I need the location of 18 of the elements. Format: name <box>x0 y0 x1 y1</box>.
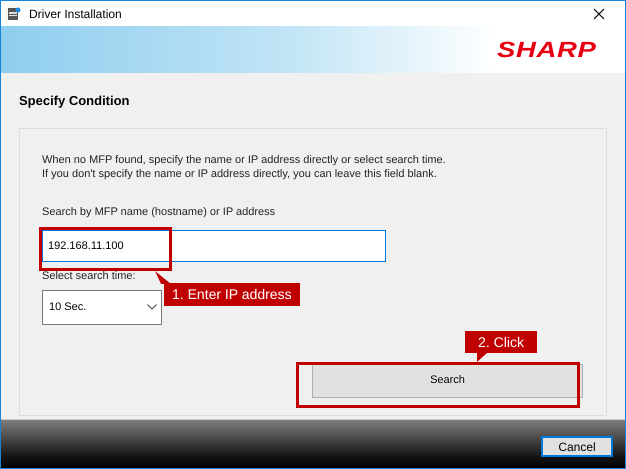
callout-tooltip: 2. Click <box>465 331 537 353</box>
time-dropdown[interactable]: 10 Sec. <box>42 290 162 324</box>
caret-icon <box>147 304 157 310</box>
callout-tooltip: 1. Enter IP address <box>164 283 300 306</box>
brand-logo: SHARP <box>496 36 598 64</box>
address-field[interactable]: 192.168.11.100 <box>42 230 386 262</box>
callout-pointer <box>477 353 487 362</box>
window-title: Driver Installation <box>29 6 122 22</box>
search-button[interactable]: Search <box>312 364 583 398</box>
close-icon[interactable] <box>593 8 605 20</box>
instruction-text: If you don't specify the name or IP address directly, you can leave this field blank. <box>42 166 438 180</box>
callout-pointer <box>155 271 171 284</box>
field-label: Select search time: <box>42 269 136 284</box>
page-heading: Specify Condition <box>19 92 130 110</box>
cancel-button[interactable]: Cancel <box>541 436 613 456</box>
instruction-text: When no MFP found, specify the name or IP address directly or select search time. <box>42 152 447 166</box>
printer-icon <box>7 6 21 20</box>
field-label: Search by MFP name (hostname) or IP address <box>42 204 276 220</box>
